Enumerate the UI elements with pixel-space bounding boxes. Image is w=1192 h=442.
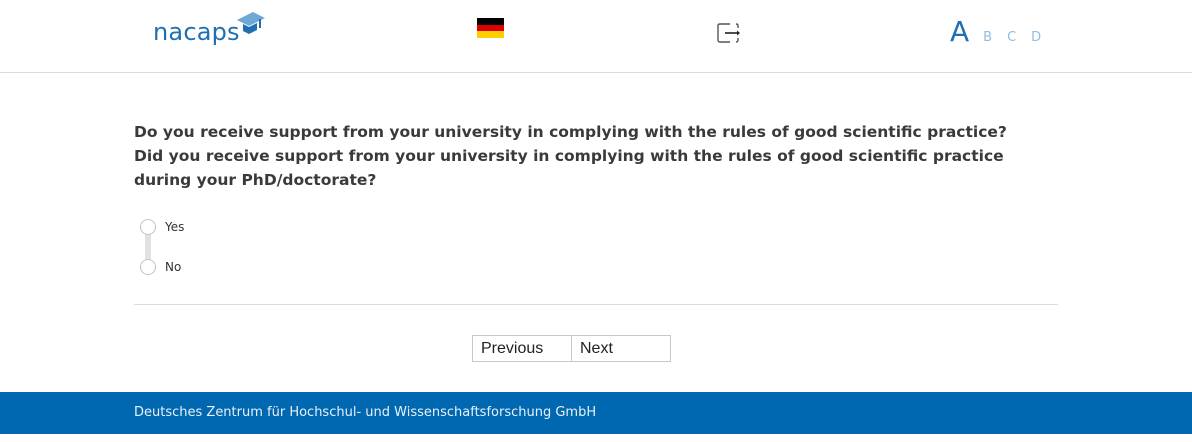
question-line-1: Do you receive support from your univers… [134, 123, 1007, 141]
next-button[interactable]: Next [572, 335, 671, 362]
radio-no[interactable] [140, 259, 156, 275]
question-text: Do you receive support from your univers… [134, 120, 1034, 192]
font-size-a[interactable]: A [950, 14, 969, 50]
navigation: Previous Next [472, 335, 671, 362]
nacaps-logo: nacaps [153, 10, 273, 50]
mortarboard-icon [237, 12, 265, 34]
exit-icon[interactable] [716, 22, 741, 44]
font-size-selector: A B C D [950, 14, 1056, 50]
footer: Deutsches Zentrum für Hochschul- und Wis… [0, 392, 1192, 434]
font-size-c[interactable]: C [1007, 30, 1016, 45]
radio-yes[interactable] [140, 219, 156, 235]
question-line-2: Did you receive support from your univer… [134, 147, 1004, 189]
divider [134, 304, 1058, 305]
answer-no-label: No [165, 260, 182, 274]
footer-text: Deutsches Zentrum für Hochschul- und Wis… [134, 405, 597, 420]
logo-text: nacaps [153, 18, 240, 46]
answer-options: Yes No [140, 218, 340, 280]
font-size-d[interactable]: D [1031, 30, 1041, 45]
previous-button[interactable]: Previous [472, 335, 572, 362]
font-size-b[interactable]: B [983, 30, 992, 45]
answer-yes-label: Yes [165, 220, 185, 234]
answer-no[interactable]: No [140, 259, 181, 275]
header: nacaps A B C D [0, 0, 1192, 73]
answer-yes[interactable]: Yes [140, 219, 184, 235]
german-flag-icon[interactable] [477, 18, 504, 39]
